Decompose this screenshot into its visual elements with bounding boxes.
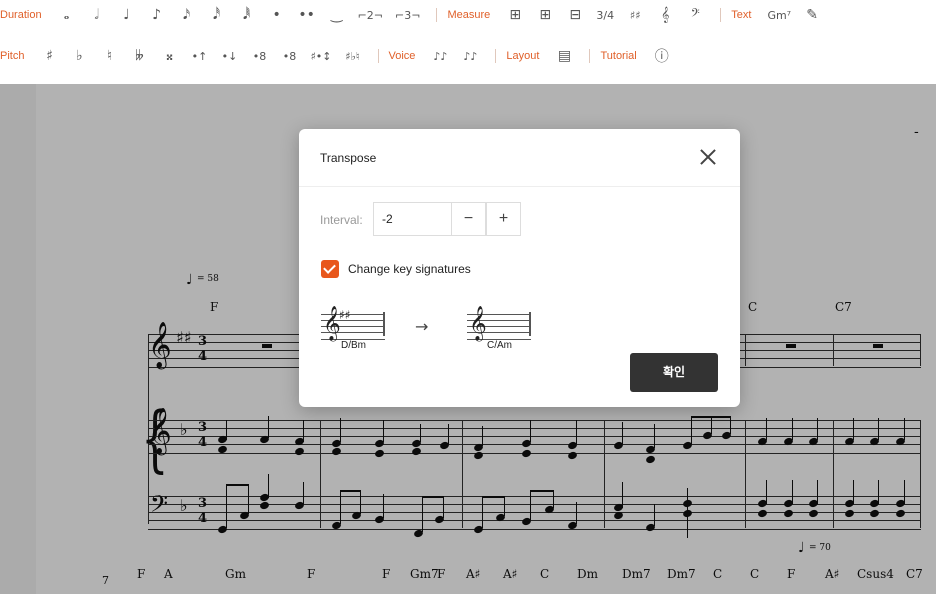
text-button[interactable]: Text bbox=[731, 9, 751, 21]
measure-label: Measure bbox=[447, 9, 491, 21]
toolbar-row-duration: Duration 𝅝 𝅗𝅥 ♩ ♪ 𝅘𝅥𝅯 𝅘𝅥𝅰 𝅘𝅥𝅱 • •• ‿ ⌐2¬… bbox=[0, 0, 827, 30]
key-signature-button[interactable]: ♯♯ bbox=[626, 9, 644, 22]
pitch-down-button[interactable]: •↓ bbox=[220, 50, 238, 63]
voice-label: Voice bbox=[388, 50, 416, 62]
toolbar-divider bbox=[720, 8, 722, 22]
transpose-dialog: Transpose Interval: − + Change key signa… bbox=[299, 129, 740, 407]
toolbar-row-pitch: Pitch ♯ ♭ ♮ 𝄫 𝄪 •↑ •↓ •8 •8 ♯•↕ ♯♭♮ Voic… bbox=[0, 41, 677, 71]
toolbar: Duration 𝅝 𝅗𝅥 ♩ ♪ 𝅘𝅥𝅯 𝅘𝅥𝅰 𝅘𝅥𝅱 • •• ‿ ⌐2¬… bbox=[0, 0, 936, 85]
enharmonic-button[interactable]: ♯•↕ bbox=[310, 50, 331, 63]
toolbar-divider bbox=[436, 8, 438, 22]
sixty-fourth-note-button[interactable]: 𝅘𝅥𝅱 bbox=[238, 7, 256, 23]
info-icon[interactable]: ⓘ bbox=[653, 46, 671, 66]
arrow-right-icon: → bbox=[415, 317, 429, 336]
pitch-up-button[interactable]: •↑ bbox=[190, 50, 208, 63]
double-flat-button[interactable]: 𝄫 bbox=[130, 48, 148, 64]
to-key-preview: 𝄞 C/Am bbox=[467, 306, 531, 352]
from-key-name: D/Bm bbox=[341, 340, 366, 351]
thirty-second-note-button[interactable]: 𝅘𝅥𝅰 bbox=[208, 7, 226, 23]
toolbar-divider bbox=[589, 49, 591, 63]
octave-up-button[interactable]: •8 bbox=[250, 50, 268, 63]
interval-increment-button[interactable]: + bbox=[486, 202, 521, 236]
double-dot-button[interactable]: •• bbox=[298, 7, 316, 23]
bass-clef-icon[interactable]: 𝄢 bbox=[686, 7, 704, 23]
flat-button[interactable]: ♭ bbox=[70, 48, 88, 64]
change-key-signatures-label[interactable]: Change key signatures bbox=[348, 262, 471, 276]
accidental-toggle-button[interactable]: ♯♭♮ bbox=[344, 50, 362, 63]
interval-input[interactable] bbox=[373, 202, 451, 236]
dot-button[interactable]: • bbox=[268, 7, 286, 23]
key-accidentals: ♯♯ bbox=[339, 308, 351, 322]
duplet-button[interactable]: ⌐2¬ bbox=[358, 9, 383, 22]
insert-measure-after-icon[interactable]: ⊞ bbox=[536, 7, 554, 23]
tie-button[interactable]: ‿ bbox=[328, 7, 346, 23]
delete-measure-icon[interactable]: ⊟ bbox=[566, 7, 584, 23]
interval-decrement-button[interactable]: − bbox=[451, 202, 486, 236]
dialog-divider bbox=[299, 186, 740, 187]
duration-label: Duration bbox=[0, 9, 42, 21]
double-sharp-button[interactable]: 𝄪 bbox=[160, 48, 178, 64]
edit-text-icon[interactable]: ✎ bbox=[803, 7, 821, 23]
treble-clef-icon: 𝄞 bbox=[469, 306, 487, 341]
change-key-signatures-checkbox[interactable] bbox=[321, 260, 339, 278]
pitch-label: Pitch bbox=[0, 50, 25, 62]
whole-note-button[interactable]: 𝅝 bbox=[58, 7, 76, 23]
natural-button[interactable]: ♮ bbox=[100, 48, 118, 64]
voice-1-button[interactable]: ♪♪ bbox=[431, 50, 449, 63]
toolbar-divider bbox=[377, 49, 379, 63]
mini-barline bbox=[383, 312, 385, 336]
time-signature-button[interactable]: 3/4 bbox=[596, 9, 614, 22]
tutorial-label[interactable]: Tutorial bbox=[600, 50, 636, 62]
toolbar-divider bbox=[495, 49, 497, 63]
dialog-title: Transpose bbox=[320, 151, 377, 165]
sixteenth-note-button[interactable]: 𝅘𝅥𝅯 bbox=[178, 7, 196, 23]
eighth-note-button[interactable]: ♪ bbox=[148, 7, 166, 23]
triplet-button[interactable]: ⌐3¬ bbox=[395, 9, 420, 22]
mini-barline bbox=[529, 312, 531, 336]
sharp-button[interactable]: ♯ bbox=[40, 48, 58, 64]
insert-measure-before-icon[interactable]: ⊞ bbox=[506, 7, 524, 23]
treble-clef-icon[interactable]: 𝄞 bbox=[656, 7, 674, 23]
from-key-preview: 𝄞 ♯♯ D/Bm bbox=[321, 306, 385, 352]
layout-icon[interactable]: ▤ bbox=[555, 48, 573, 64]
voice-2-button[interactable]: ♪♪ bbox=[461, 50, 479, 63]
chord-symbol-button[interactable]: Gm⁷ bbox=[767, 9, 791, 22]
layout-label: Layout bbox=[506, 50, 540, 62]
to-key-name: C/Am bbox=[487, 340, 512, 351]
half-note-button[interactable]: 𝅗𝅥 bbox=[88, 7, 106, 23]
octave-down-button[interactable]: •8 bbox=[280, 50, 298, 63]
quarter-note-button[interactable]: ♩ bbox=[118, 7, 136, 23]
confirm-button[interactable]: 확인 bbox=[630, 353, 718, 392]
interval-label: Interval: bbox=[320, 213, 363, 227]
close-icon[interactable] bbox=[697, 146, 719, 168]
